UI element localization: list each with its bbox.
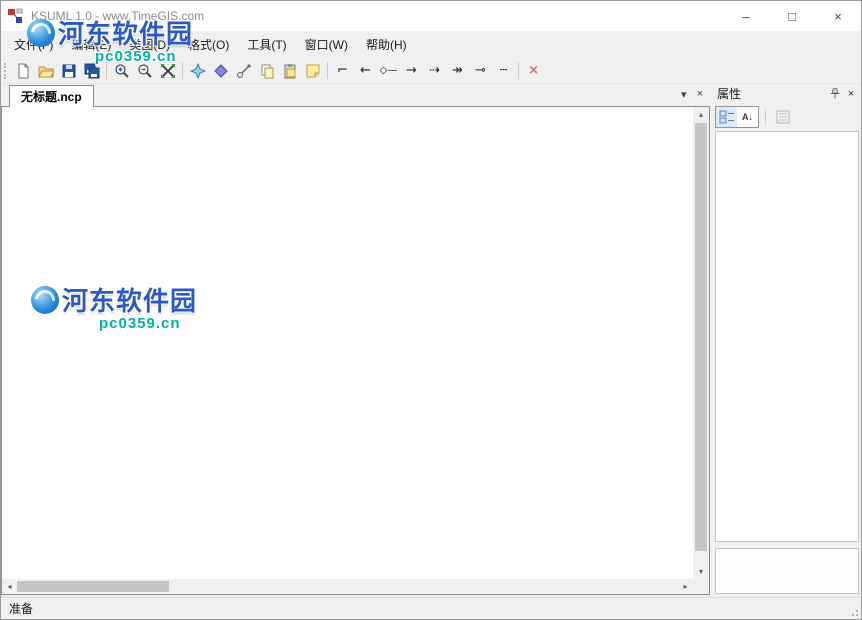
copy-pages-icon bbox=[259, 63, 275, 79]
fit-window-button[interactable] bbox=[156, 60, 179, 82]
save-icon bbox=[61, 63, 77, 79]
toolbar-grip[interactable] bbox=[4, 63, 7, 79]
dependency-arrow-icon: ⇢ bbox=[429, 64, 440, 77]
horizontal-scroll-thumb[interactable] bbox=[17, 581, 169, 592]
document-close-button[interactable]: × bbox=[697, 88, 703, 101]
app-icon bbox=[7, 8, 23, 24]
add-actor-icon bbox=[190, 63, 206, 79]
dashed-line-icon: ┄ bbox=[500, 64, 508, 77]
close-panel-button[interactable]: × bbox=[843, 86, 859, 101]
realization-arrow-button[interactable]: ↠ bbox=[446, 60, 469, 82]
clipboard-icon bbox=[282, 63, 298, 79]
minimize-button[interactable]: – bbox=[723, 1, 769, 31]
property-grid[interactable] bbox=[715, 131, 859, 542]
realization-arrow-icon: ↠ bbox=[452, 64, 463, 77]
toolbar-separator bbox=[106, 62, 107, 79]
orthogonal-connector-icon: ⌐ bbox=[337, 64, 348, 77]
vertical-scroll-thumb[interactable] bbox=[695, 123, 707, 551]
menu-tools[interactable]: 工具(T) bbox=[238, 31, 295, 58]
zoom-out-button[interactable] bbox=[133, 60, 156, 82]
new-file-icon bbox=[15, 63, 31, 79]
delete-button[interactable]: × bbox=[522, 60, 545, 82]
link-button[interactable] bbox=[232, 60, 255, 82]
property-pages-icon bbox=[775, 109, 791, 125]
property-pages-button[interactable] bbox=[772, 107, 793, 127]
categorized-icon bbox=[719, 109, 735, 125]
zoom-out-icon bbox=[137, 63, 153, 79]
note-icon bbox=[305, 63, 321, 79]
scroll-left-button[interactable]: ◂ bbox=[2, 579, 17, 594]
menu-class-diagram[interactable]: 类图(D) bbox=[120, 31, 179, 58]
new-file-button[interactable] bbox=[11, 60, 34, 82]
toolbar-separator bbox=[182, 62, 183, 79]
save-all-button[interactable] bbox=[80, 60, 103, 82]
toolbar-separator bbox=[765, 109, 766, 125]
association-arrow-button[interactable]: → bbox=[400, 60, 423, 82]
document-tab-strip: 无标题.ncp ▾ × bbox=[1, 85, 711, 107]
note-button[interactable] bbox=[301, 60, 324, 82]
close-button[interactable]: × bbox=[815, 1, 861, 31]
status-bar: 准备 bbox=[1, 597, 861, 619]
menu-window[interactable]: 窗口(W) bbox=[296, 31, 357, 58]
title-bar: KSUML 1.0 - www.TimeGIS.com – □ × bbox=[1, 1, 861, 31]
scroll-down-button[interactable]: ▾ bbox=[693, 564, 709, 579]
categorized-view-button[interactable] bbox=[716, 107, 737, 127]
open-file-button[interactable] bbox=[34, 60, 57, 82]
link-icon bbox=[236, 63, 252, 79]
menu-help[interactable]: 帮助(H) bbox=[357, 31, 416, 58]
document-tab-label: 无标题.ncp bbox=[21, 88, 82, 105]
aggregation-link-button[interactable]: ◇— bbox=[377, 60, 400, 82]
maximize-button[interactable]: □ bbox=[769, 1, 815, 31]
dependency-arrow-button[interactable]: ⇢ bbox=[423, 60, 446, 82]
properties-panel-title: 属性 bbox=[717, 85, 827, 102]
composition-link-icon: ⊸ bbox=[475, 64, 486, 77]
copy-pages-button[interactable] bbox=[255, 60, 278, 82]
open-folder-icon bbox=[38, 63, 54, 79]
tab-list-dropdown-button[interactable]: ▾ bbox=[681, 88, 687, 101]
menu-bar: 文件(F) 编辑(E) 类图(D) 格式(O) 工具(T) 窗口(W) 帮助(H… bbox=[1, 31, 861, 58]
main-toolbar: ⌐ ← ◇— → ⇢ ↠ ⊸ ┄ × bbox=[1, 58, 861, 84]
properties-panel-header[interactable]: 属性 × bbox=[715, 85, 861, 102]
menu-format[interactable]: 格式(O) bbox=[179, 31, 238, 58]
association-arrow-icon: → bbox=[406, 64, 417, 77]
status-message: 准备 bbox=[9, 600, 33, 617]
scroll-up-button[interactable]: ▴ bbox=[693, 107, 709, 122]
add-class-button[interactable] bbox=[209, 60, 232, 82]
generalization-arrow-icon: ← bbox=[360, 64, 371, 77]
orthogonal-connector-button[interactable]: ⌐ bbox=[331, 60, 354, 82]
menu-file[interactable]: 文件(F) bbox=[5, 31, 62, 58]
pin-panel-button[interactable] bbox=[827, 86, 843, 101]
scroll-right-button[interactable]: ▸ bbox=[678, 579, 693, 594]
horizontal-scrollbar[interactable]: ◂ ▸ bbox=[2, 579, 693, 594]
fit-window-icon bbox=[160, 63, 176, 79]
sort-alpha-icon: A↓ bbox=[742, 112, 753, 122]
zoom-in-icon bbox=[114, 63, 130, 79]
property-description-box bbox=[715, 548, 859, 594]
toolbar-separator bbox=[518, 62, 519, 79]
window-title: KSUML 1.0 - www.TimeGIS.com bbox=[31, 9, 204, 23]
pin-icon bbox=[828, 87, 842, 101]
menu-edit[interactable]: 编辑(E) bbox=[62, 31, 120, 58]
alphabetical-sort-button[interactable]: A↓ bbox=[737, 107, 758, 127]
generalization-arrow-button[interactable]: ← bbox=[354, 60, 377, 82]
save-all-icon bbox=[84, 63, 100, 79]
zoom-in-button[interactable] bbox=[110, 60, 133, 82]
save-button[interactable] bbox=[57, 60, 80, 82]
diagram-canvas[interactable]: ▴ ▾ ◂ ▸ bbox=[1, 106, 710, 595]
properties-toolbar: A↓ bbox=[715, 105, 861, 129]
delete-icon: × bbox=[529, 63, 538, 79]
scrollbar-corner bbox=[693, 579, 709, 594]
toolbar-separator bbox=[327, 62, 328, 79]
aggregation-link-icon: ◇— bbox=[380, 66, 398, 76]
add-actor-button[interactable] bbox=[186, 60, 209, 82]
add-class-icon bbox=[213, 63, 229, 79]
composition-link-button[interactable]: ⊸ bbox=[469, 60, 492, 82]
dashed-line-button[interactable]: ┄ bbox=[492, 60, 515, 82]
app-window: KSUML 1.0 - www.TimeGIS.com – □ × 文件(F) … bbox=[0, 0, 862, 620]
clipboard-button[interactable] bbox=[278, 60, 301, 82]
document-tab[interactable]: 无标题.ncp bbox=[9, 85, 94, 107]
properties-panel: 属性 × bbox=[715, 85, 861, 596]
vertical-scrollbar[interactable]: ▴ ▾ bbox=[693, 107, 709, 579]
